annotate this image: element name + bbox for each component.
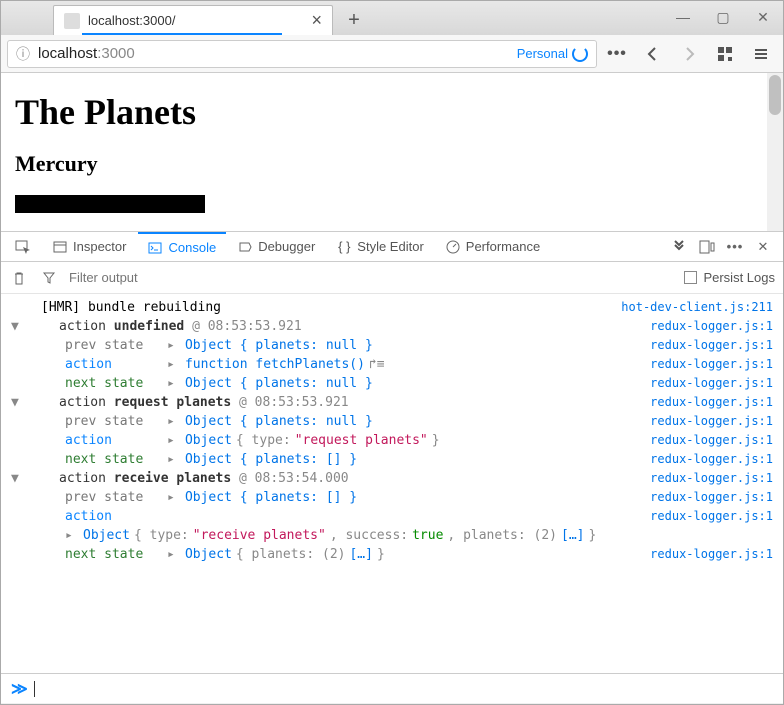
minimize-button[interactable]: — bbox=[671, 5, 695, 29]
persist-logs-toggle[interactable]: Persist Logs bbox=[684, 270, 775, 285]
container-label[interactable]: Personal bbox=[517, 46, 588, 62]
source-link[interactable]: redux-logger.js:1 bbox=[650, 547, 773, 561]
devtools-panel: Inspector Console Debugger { } Style Edi… bbox=[1, 231, 783, 703]
expand-icon[interactable]: ▸ bbox=[167, 376, 181, 391]
checkbox-icon bbox=[684, 271, 697, 284]
tab-active-indicator bbox=[82, 33, 282, 35]
browser-tab[interactable]: localhost:3000/ × bbox=[53, 5, 333, 35]
tab-style-editor[interactable]: { } Style Editor bbox=[327, 232, 433, 261]
source-link[interactable]: redux-logger.js:1 bbox=[650, 490, 773, 504]
favicon bbox=[64, 13, 80, 29]
close-tab-icon[interactable]: × bbox=[311, 10, 322, 31]
tab-debugger[interactable]: Debugger bbox=[228, 232, 325, 261]
tab-title: localhost:3000/ bbox=[88, 13, 311, 28]
swirl-icon bbox=[572, 46, 588, 62]
url-text: localhost:3000 bbox=[38, 45, 509, 62]
collapse-icon[interactable]: ▼ bbox=[11, 395, 25, 410]
url-box[interactable]: ⓘ localhost:3000 Personal bbox=[7, 40, 597, 68]
log-text: [HMR] bundle rebuilding bbox=[41, 300, 221, 315]
source-link[interactable]: redux-logger.js:1 bbox=[650, 414, 773, 428]
performance-icon bbox=[446, 240, 460, 254]
new-tab-button[interactable]: + bbox=[339, 5, 369, 35]
source-link[interactable]: redux-logger.js:1 bbox=[650, 433, 773, 447]
devtools-tabbar: Inspector Console Debugger { } Style Edi… bbox=[1, 232, 783, 262]
text-cursor bbox=[34, 681, 35, 697]
filter-input[interactable] bbox=[69, 270, 674, 285]
page-actions-button[interactable]: ••• bbox=[601, 39, 633, 69]
devtools-dock-button[interactable] bbox=[697, 237, 717, 257]
collapse-icon[interactable]: ▼ bbox=[11, 471, 25, 486]
page-h2: Mercury bbox=[15, 151, 769, 177]
console-toolbar: Persist Logs bbox=[1, 262, 783, 294]
tab-inspector[interactable]: Inspector bbox=[43, 232, 136, 261]
style-icon: { } bbox=[337, 240, 351, 254]
filter-icon[interactable] bbox=[39, 268, 59, 288]
expand-icon[interactable]: ▸ bbox=[167, 357, 181, 372]
expand-icon[interactable]: ▸ bbox=[167, 547, 181, 562]
pick-element-button[interactable] bbox=[5, 232, 41, 261]
expand-icon[interactable]: ▸ bbox=[167, 433, 181, 448]
devtools-options-button[interactable]: ••• bbox=[725, 237, 745, 257]
devtools-close-button[interactable]: ✕ bbox=[753, 237, 773, 257]
collapse-icon[interactable]: ▼ bbox=[11, 319, 25, 334]
expand-icon[interactable]: ▸ bbox=[167, 338, 181, 353]
console-prompt[interactable]: ≫ bbox=[1, 673, 783, 703]
console-icon bbox=[148, 241, 162, 255]
source-link[interactable]: redux-logger.js:1 bbox=[650, 357, 773, 371]
close-window-button[interactable]: ✕ bbox=[751, 5, 775, 29]
forward-button bbox=[673, 39, 705, 69]
source-link[interactable]: redux-logger.js:1 bbox=[650, 319, 773, 333]
expand-icon[interactable]: ▸ bbox=[167, 414, 181, 429]
clear-console-button[interactable] bbox=[9, 268, 29, 288]
back-button[interactable] bbox=[637, 39, 669, 69]
tab-performance[interactable]: Performance bbox=[436, 232, 550, 261]
inspector-icon bbox=[53, 240, 67, 254]
source-link[interactable]: hot-dev-client.js:211 bbox=[621, 300, 773, 314]
console-output[interactable]: [HMR] bundle rebuilding hot-dev-client.js… bbox=[1, 294, 783, 673]
address-bar: ⓘ localhost:3000 Personal ••• bbox=[1, 35, 783, 73]
expand-icon[interactable]: ▸ bbox=[167, 452, 181, 467]
tab-console[interactable]: Console bbox=[138, 232, 226, 261]
prompt-icon: ≫ bbox=[11, 679, 28, 699]
maximize-button[interactable]: ▢ bbox=[711, 5, 735, 29]
info-icon[interactable]: ⓘ bbox=[16, 44, 30, 64]
source-link[interactable]: redux-logger.js:1 bbox=[650, 376, 773, 390]
page-content: The Planets Mercury bbox=[1, 73, 783, 231]
page-scrollbar[interactable] bbox=[767, 73, 783, 231]
library-button[interactable] bbox=[709, 39, 741, 69]
source-link[interactable]: redux-logger.js:1 bbox=[650, 509, 773, 523]
debugger-icon bbox=[238, 240, 252, 254]
window-buttons: — ▢ ✕ bbox=[671, 5, 775, 29]
source-link[interactable]: redux-logger.js:1 bbox=[650, 452, 773, 466]
menu-button[interactable] bbox=[745, 39, 777, 69]
devtools-more-tabs[interactable] bbox=[669, 237, 689, 257]
source-link[interactable]: redux-logger.js:1 bbox=[650, 471, 773, 485]
browser-tabbar: localhost:3000/ × + — ▢ ✕ bbox=[1, 1, 783, 35]
page-h1: The Planets bbox=[15, 91, 769, 133]
expand-icon[interactable]: ▸ bbox=[167, 490, 181, 505]
source-link[interactable]: redux-logger.js:1 bbox=[650, 338, 773, 352]
source-link[interactable]: redux-logger.js:1 bbox=[650, 395, 773, 409]
image-placeholder bbox=[15, 195, 205, 213]
expand-icon[interactable]: ▸ bbox=[65, 528, 79, 543]
